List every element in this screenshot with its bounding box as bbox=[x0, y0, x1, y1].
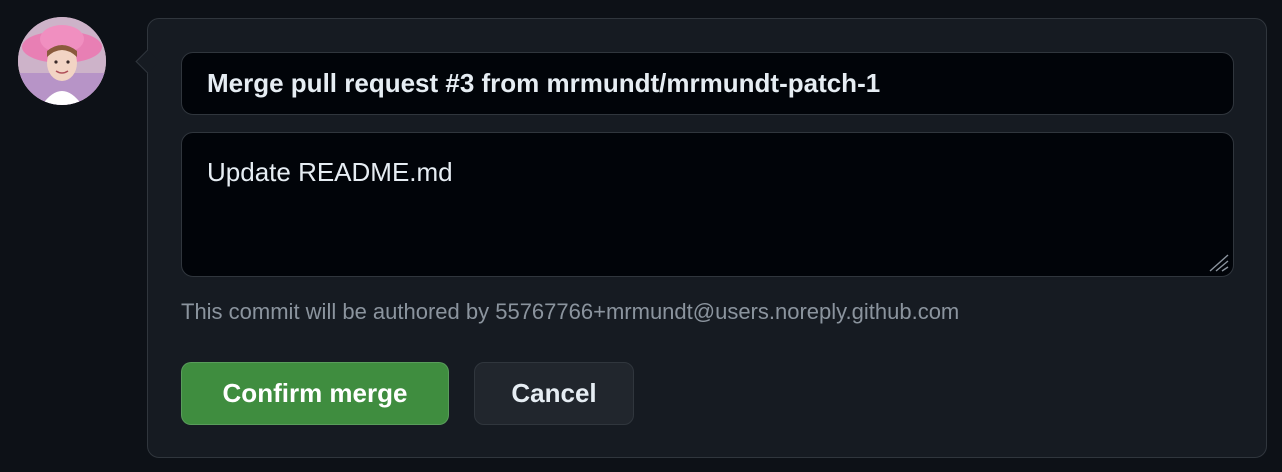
commit-author-note: This commit will be authored by 55767766… bbox=[181, 299, 960, 324]
cancel-button[interactable]: Cancel bbox=[474, 362, 634, 425]
avatar[interactable] bbox=[18, 17, 106, 105]
commit-title-input[interactable] bbox=[181, 52, 1234, 115]
merge-page: Update README.md This commit will be aut… bbox=[0, 0, 1282, 472]
avatar-image bbox=[18, 17, 106, 105]
commit-message-textarea[interactable]: Update README.md bbox=[181, 132, 1234, 277]
confirm-merge-button[interactable]: Confirm merge bbox=[181, 362, 449, 425]
resize-handle-icon[interactable] bbox=[1206, 251, 1230, 273]
comment-pointer bbox=[135, 49, 160, 74]
merge-form: Update README.md This commit will be aut… bbox=[135, 18, 1267, 458]
